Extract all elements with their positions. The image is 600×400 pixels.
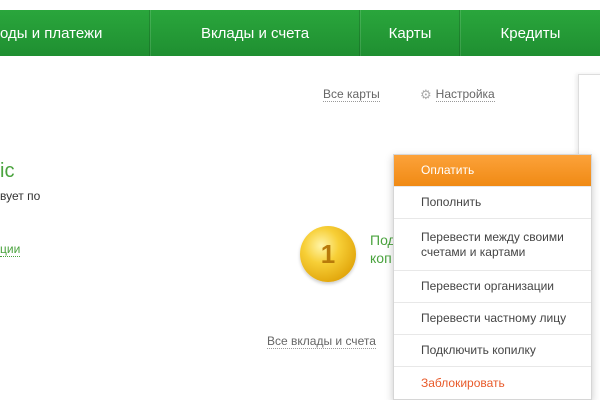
promo-line-1[interactable]: Под [370,232,396,248]
tab-deposits[interactable]: Вклады и счета [150,10,360,56]
all-deposits-link[interactable]: Все вклады и счета [267,334,376,349]
tab-cards[interactable]: Карты [360,10,460,56]
card-actions-menu: Оплатить Пополнить Перевести между своим… [393,154,592,400]
all-cards-link[interactable]: Все карты [323,87,380,102]
menu-item-piggybank[interactable]: Подключить копилку [394,335,591,367]
menu-item-topup[interactable]: Пополнить [394,187,591,219]
menu-item-transfer-person[interactable]: Перевести частному лицу [394,303,591,335]
coin-number: 1 [320,239,336,269]
settings-label: Настройка [435,87,495,102]
card-title: ic [0,160,15,182]
tab-payments[interactable]: оды и платежи [0,10,150,56]
menu-item-pay[interactable]: Оплатить [394,155,591,187]
card-description: вует по [0,189,41,203]
coin-icon: 1 [300,226,356,282]
menu-item-transfer-organization[interactable]: Перевести организации [394,271,591,303]
menu-item-transfer-own[interactable]: Перевести между своими счетами и картами [394,219,591,271]
settings-link[interactable]: ⚙ Настройка [420,87,495,102]
main-navigation: оды и платежи Вклады и счета Карты Креди… [0,10,600,56]
card-details-link[interactable]: ции [0,242,21,257]
promo-line-2[interactable]: коп [370,250,392,266]
gear-icon: ⚙ [420,86,432,102]
menu-item-block[interactable]: Заблокировать [394,367,591,399]
tab-credits[interactable]: Кредиты [460,10,600,56]
